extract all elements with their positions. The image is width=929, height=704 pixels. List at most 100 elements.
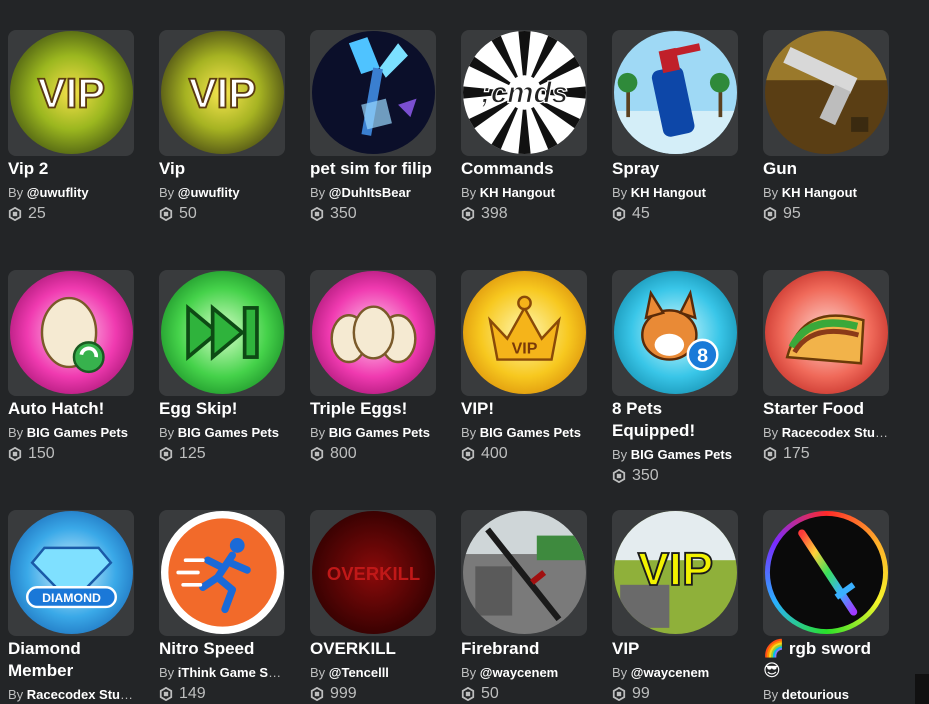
item-name[interactable]: Spray xyxy=(612,158,742,180)
item-thumbnail[interactable] xyxy=(612,30,738,156)
item-price: 400 xyxy=(461,445,587,463)
item-price: 125 xyxy=(159,445,285,463)
item-card[interactable]: Starter Food By Racecodex Studios 175 xyxy=(763,270,889,463)
item-name[interactable]: VIP! xyxy=(461,398,591,420)
item-thumbnail[interactable] xyxy=(461,510,587,636)
creator-link[interactable]: detourious xyxy=(782,687,849,702)
item-name[interactable]: 🌈 rgb sword 😎 xyxy=(763,638,893,682)
item-creator: By KH Hangout xyxy=(763,185,857,200)
item-name[interactable]: Vip xyxy=(159,158,289,180)
creator-link[interactable]: KH Hangout xyxy=(480,185,555,200)
item-card[interactable]: Triple Eggs! By BIG Games Pets 800 xyxy=(310,270,436,463)
item-thumbnail[interactable] xyxy=(310,30,436,156)
item-card[interactable]: VIP VIP By @waycenem 99 xyxy=(612,510,738,703)
item-thumbnail[interactable] xyxy=(763,510,889,636)
item-price: 999 xyxy=(310,685,436,703)
item-price: 50 xyxy=(159,205,285,223)
item-card[interactable]: Nitro Speed By iThink Game Studios 149 xyxy=(159,510,285,703)
item-creator: By detourious xyxy=(763,687,849,702)
item-creator: By iThink Game Studios xyxy=(159,665,285,681)
item-card[interactable]: Gun By KH Hangout 95 xyxy=(763,30,889,223)
robux-icon xyxy=(763,447,777,461)
item-name[interactable]: Egg Skip! xyxy=(159,398,289,420)
item-name[interactable]: VIP xyxy=(612,638,742,660)
svg-text:VIP: VIP xyxy=(512,340,538,357)
item-creator: By Racecodex Studios xyxy=(763,425,889,441)
creator-link[interactable]: @waycenem xyxy=(480,665,558,680)
item-card[interactable]: 🌈 rgb sword 😎 By detourious xyxy=(763,510,889,703)
item-thumbnail[interactable] xyxy=(159,270,285,396)
creator-link[interactable]: KH Hangout xyxy=(782,185,857,200)
creator-link[interactable]: BIG Games Pets xyxy=(27,425,128,440)
item-name[interactable]: Firebrand xyxy=(461,638,591,660)
creator-link[interactable]: Racecodex Studios xyxy=(27,687,134,702)
item-thumbnail[interactable]: DIAMOND xyxy=(8,510,134,636)
item-card[interactable]: VIP Vip 2 By @uwuflity 25 xyxy=(8,30,134,223)
item-card[interactable]: Auto Hatch! By BIG Games Pets 150 xyxy=(8,270,134,463)
creator-link[interactable]: iThink Game Studios xyxy=(178,665,285,680)
creator-link[interactable]: BIG Games Pets xyxy=(480,425,581,440)
item-thumbnail[interactable] xyxy=(159,510,285,636)
item-creator: By @waycenem xyxy=(612,665,710,680)
item-name[interactable]: Auto Hatch! xyxy=(8,398,138,420)
item-price: 800 xyxy=(310,445,436,463)
item-name[interactable]: pet sim for filip xyxy=(310,158,440,180)
item-thumbnail[interactable]: VIP xyxy=(461,270,587,396)
item-card[interactable]: Firebrand By @waycenem 50 xyxy=(461,510,587,703)
creator-link[interactable]: @DuhItsBear xyxy=(329,185,411,200)
item-name[interactable]: Triple Eggs! xyxy=(310,398,440,420)
creator-link[interactable]: BIG Games Pets xyxy=(631,447,732,462)
item-price: 25 xyxy=(8,205,134,223)
creator-link[interactable]: @uwuflity xyxy=(178,185,240,200)
creator-link[interactable]: @uwuflity xyxy=(27,185,89,200)
cmds-logo-icon: ;cmds xyxy=(463,31,586,154)
vip-badge-icon: VIP xyxy=(10,31,133,154)
robux-icon xyxy=(8,207,22,221)
creator-link[interactable]: Racecodex Studios xyxy=(782,425,889,440)
item-thumbnail[interactable] xyxy=(310,270,436,396)
item-creator: By @uwuflity xyxy=(8,185,89,200)
fast-forward-icon xyxy=(161,271,284,394)
item-thumbnail[interactable] xyxy=(8,270,134,396)
robux-icon xyxy=(461,687,475,701)
item-card[interactable]: OVERKILL OVERKILL By @Tencelll 999 xyxy=(310,510,436,703)
item-thumbnail[interactable] xyxy=(763,30,889,156)
item-card[interactable]: VIP VIP! By BIG Games Pets 400 xyxy=(461,270,587,463)
vip-crown-icon: VIP xyxy=(463,271,586,394)
item-name[interactable]: Commands xyxy=(461,158,591,180)
item-card[interactable]: pet sim for filip By @DuhItsBear 350 xyxy=(310,30,436,223)
robux-icon xyxy=(612,207,626,221)
item-card[interactable]: DIAMOND Diamond Member By Racecodex Stud… xyxy=(8,510,134,703)
item-card[interactable]: VIP Vip By @uwuflity 50 xyxy=(159,30,285,223)
item-card[interactable]: Egg Skip! By BIG Games Pets 125 xyxy=(159,270,285,463)
creator-link[interactable]: BIG Games Pets xyxy=(178,425,279,440)
creator-link[interactable]: KH Hangout xyxy=(631,185,706,200)
item-name[interactable]: Starter Food xyxy=(763,398,893,420)
svg-text:VIP: VIP xyxy=(189,69,256,116)
item-thumbnail[interactable] xyxy=(763,270,889,396)
item-name[interactable]: Diamond Member xyxy=(8,638,138,682)
item-thumbnail[interactable]: OVERKILL xyxy=(310,510,436,636)
svg-text:VIP: VIP xyxy=(38,69,105,116)
creator-link[interactable]: BIG Games Pets xyxy=(329,425,430,440)
item-name[interactable]: Vip 2 xyxy=(8,158,138,180)
item-thumbnail[interactable]: VIP xyxy=(612,510,738,636)
item-thumbnail[interactable]: VIP xyxy=(8,30,134,156)
item-creator: By BIG Games Pets xyxy=(159,425,279,440)
item-thumbnail[interactable]: VIP xyxy=(159,30,285,156)
robux-icon xyxy=(8,447,22,461)
creator-link[interactable]: @waycenem xyxy=(631,665,709,680)
item-creator: By @uwuflity xyxy=(159,185,240,200)
creator-link[interactable]: @Tencelll xyxy=(329,665,389,680)
robux-icon xyxy=(159,687,173,701)
item-thumbnail[interactable]: 8 xyxy=(612,270,738,396)
item-name[interactable]: OVERKILL xyxy=(310,638,440,660)
item-card[interactable]: Spray By KH Hangout 45 xyxy=(612,30,738,223)
item-name[interactable]: Nitro Speed xyxy=(159,638,289,660)
item-price: 350 xyxy=(612,467,738,485)
item-name[interactable]: 8 Pets Equipped! xyxy=(612,398,742,442)
item-thumbnail[interactable]: ;cmds xyxy=(461,30,587,156)
item-card[interactable]: 8 8 Pets Equipped! By BIG Games Pets 350 xyxy=(612,270,738,485)
item-card[interactable]: ;cmds Commands By KH Hangout 398 xyxy=(461,30,587,223)
item-name[interactable]: Gun xyxy=(763,158,893,180)
